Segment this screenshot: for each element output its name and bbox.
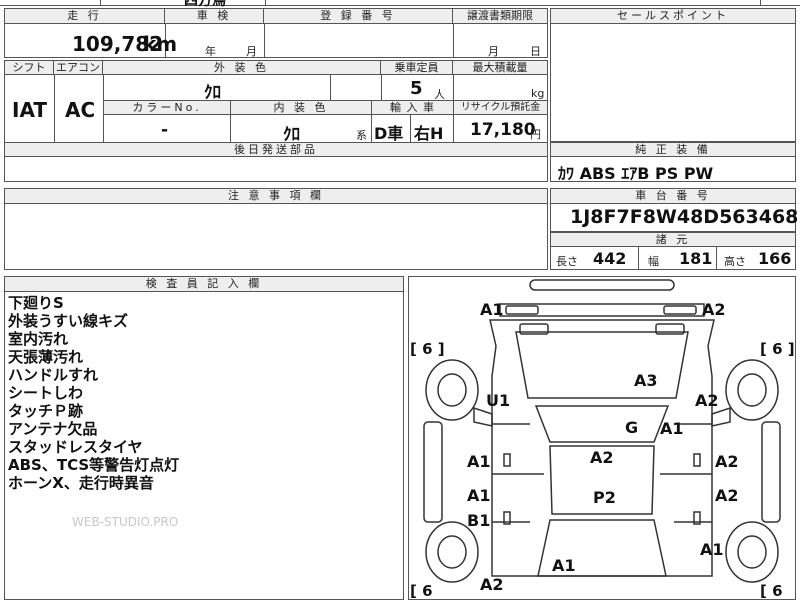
damage-rear-seat: P2 — [593, 488, 616, 507]
import-value-1: D車 — [374, 124, 404, 143]
recycle-value: 17,180 — [470, 120, 536, 140]
damage-left-rear-lower: B1 — [467, 511, 491, 530]
mileage-header: 走 行 — [4, 8, 165, 24]
aircon-header: エアコン — [53, 60, 103, 75]
max-load-header: 最大積載量 — [452, 60, 548, 75]
chassis-value: 1J8F7F8W48D563468 — [570, 206, 799, 228]
tire-front-left: [ 6 ] — [410, 340, 445, 358]
divider — [638, 247, 639, 270]
note-line: シートしわ — [8, 384, 84, 402]
top-strip-divider — [100, 0, 101, 6]
divider — [381, 75, 382, 100]
import-header: 輸 入 車 — [371, 100, 454, 115]
later-parts-header: 後日発送部品 — [4, 142, 548, 157]
transfer-header: 譲渡書類期限 — [452, 8, 548, 24]
shift-header: シフト — [4, 60, 54, 75]
car-diagram — [423, 279, 781, 583]
spec-width-label: 幅 — [648, 255, 659, 268]
inspector-header: 検 査 員 記 入 欄 — [4, 276, 404, 292]
sales-points-header: セールスポイント — [550, 8, 796, 24]
top-strip-divider — [760, 0, 761, 6]
interior-color-suffix: 系 — [356, 129, 367, 142]
note-line: 外装うすい線キズ — [8, 312, 129, 330]
note-line: アンテナ欠品 — [8, 420, 98, 438]
capacity-header: 乗車定員 — [380, 60, 453, 75]
divider — [330, 75, 331, 100]
color-no-header: カラーNo. — [103, 100, 231, 115]
equipment-header: 純 正 装 備 — [550, 142, 796, 157]
registration-header: 登 録 番 号 — [263, 8, 453, 24]
sales-points-section — [550, 8, 796, 142]
damage-front-left: A1 — [480, 300, 504, 319]
specs-header: 諸 元 — [550, 232, 796, 247]
mileage-unit: km — [143, 32, 178, 56]
tire-rear-right: [ 6 — [760, 582, 783, 600]
caution-header: 注 意 事 項 欄 — [4, 188, 548, 204]
shift-value: IAT — [12, 98, 48, 122]
chassis-header: 車 台 番 号 — [550, 188, 796, 204]
spec-length-label: 長さ — [556, 255, 578, 268]
color-no-value: - — [161, 120, 169, 140]
equipment-value: ｶﾜ ABS ｴｱB PS PW — [558, 164, 714, 183]
note-line: 室内汚れ — [8, 330, 69, 348]
inspection-month-unit: 月 — [246, 45, 257, 58]
damage-roof: A2 — [590, 448, 614, 467]
transfer-day-unit: 日 — [530, 45, 541, 58]
watermark: WEB-STUDIO.PRO — [72, 515, 179, 529]
inspection-year-unit: 年 — [205, 45, 216, 58]
max-load-unit: kg — [531, 87, 545, 100]
divider — [716, 247, 717, 270]
exterior-color-header: 外 装 色 — [102, 60, 381, 75]
damage-right-front-door: A2 — [715, 452, 739, 471]
top-strip — [0, 0, 800, 6]
note-line: 天張薄汚れ — [8, 348, 84, 366]
divider — [410, 115, 411, 143]
divider — [371, 115, 372, 143]
damage-front-right: A2 — [702, 300, 726, 319]
damage-windshield: G — [625, 418, 639, 437]
spec-length-value: 442 — [593, 249, 627, 268]
divider — [230, 115, 231, 143]
aircon-value: AC — [65, 98, 96, 122]
spec-height-value: 166 — [758, 249, 792, 268]
note-line: スタッドレスタイヤ — [8, 438, 143, 456]
top-strip-divider — [265, 0, 266, 6]
spec-height-label: 高さ — [724, 255, 746, 268]
inspector-notes: 下廻りS 外装うすい線キズ 室内汚れ 天張薄汚れ ハンドルすれ シートしわ タッ… — [8, 294, 179, 492]
divider — [54, 75, 55, 143]
damage-right-quarter: A1 — [700, 540, 724, 559]
divider — [264, 24, 265, 58]
recycle-unit: 円 — [530, 128, 541, 141]
damage-right-pillar: A1 — [660, 419, 684, 438]
note-line: 下廻りS — [8, 294, 64, 312]
damage-right-rear-door: A2 — [715, 486, 739, 505]
damage-hood: A3 — [634, 371, 658, 390]
damage-right-fender: A2 — [695, 391, 719, 410]
tire-front-right: [ 6 ] — [760, 340, 795, 358]
inspection-header: 車 検 — [164, 8, 264, 24]
interior-color-header: 内 装 色 — [230, 100, 372, 115]
note-line: ABS、TCS等警告灯点灯 — [8, 456, 180, 474]
damage-left-front-door: A1 — [467, 452, 491, 471]
damage-left-rear-quarter: A2 — [480, 575, 504, 594]
recycle-header: リサイクル預託金 — [453, 100, 548, 115]
divider — [453, 24, 454, 58]
spec-width-value: 181 — [679, 249, 713, 268]
capacity-value: 5 — [410, 78, 423, 99]
damage-rear-window: A1 — [552, 556, 576, 575]
note-line: ハンドルすれ — [8, 366, 99, 384]
tire-rear-left: [ 6 — [410, 582, 433, 600]
damage-left-fender: U1 — [486, 391, 511, 410]
transfer-month-unit: 月 — [488, 45, 499, 58]
note-line: タッチＰ跡 — [8, 402, 84, 420]
import-value-2: 右H — [414, 124, 444, 143]
note-line: ホーンX、走行時異音 — [8, 474, 154, 492]
damage-left-rear-door: A1 — [467, 486, 491, 505]
